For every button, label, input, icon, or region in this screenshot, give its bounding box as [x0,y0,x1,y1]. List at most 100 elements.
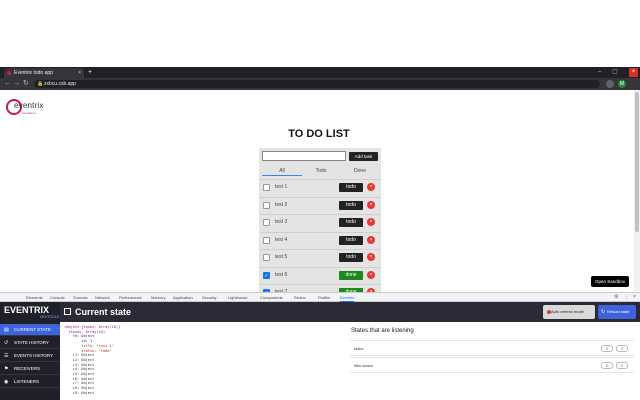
filter-tab-done[interactable]: Done [340,166,380,176]
devtools-tab-elements[interactable]: Elements [26,293,43,302]
devtools-tab-redux[interactable]: Redux [294,293,306,302]
devtools-tab-sources[interactable]: Sources [73,293,88,302]
nav-item-listeners[interactable]: ◉ LISTENERS [0,376,60,388]
task-checkbox[interactable] [263,236,270,244]
devtools-tab-profiler[interactable]: Profiler [318,293,331,302]
close-tab-icon[interactable]: × [78,68,81,78]
listener-counts: 02 [598,345,628,352]
json-line[interactable]: ▸9: Object [64,391,120,396]
forward-icon[interactable]: → [13,78,20,90]
devtools-tab-lighthouse[interactable]: Lighthouse [228,293,248,302]
task-status-button[interactable]: done [339,270,363,280]
minimize-icon[interactable]: – [598,67,601,78]
delete-icon[interactable]: × [367,270,375,279]
nav-label: CURRENT STATE [14,327,52,332]
more-icon[interactable]: ⋮ [624,292,629,302]
page-title: TO DO LIST [288,128,350,140]
delete-icon[interactable]: × [367,235,375,244]
task-row: ✓ test 6 done × [259,266,381,284]
nav-item-state-history[interactable]: ↺ STATE HISTORY [0,337,60,349]
state-json-tree[interactable]: ▾Object {tasks: Array(10)} ▾tasks: Array… [64,325,120,396]
task-name: test 2 [275,201,288,208]
devtools-tab-network[interactable]: Network [95,293,110,302]
extensions-icon[interactable] [606,80,614,88]
auto-refresh-label: Auto refresh mode [551,309,584,314]
devtools-tab-security[interactable]: Security [202,293,216,302]
blank-area [0,0,640,67]
nav-item-current-state[interactable]: ▤ CURRENT STATE [0,324,60,336]
reload-icon[interactable]: ↻ [23,78,29,90]
nav-icon: ◉ [4,379,9,385]
delete-icon[interactable]: × [367,253,375,261]
nav-label: RECEIVERS [14,366,41,371]
filter-tab-all[interactable]: All [262,166,302,176]
nav-label: STATE HISTORY [14,340,49,345]
task-row: test 4 todo × [259,231,381,249]
record-icon [547,310,551,314]
profile-avatar[interactable]: M [618,80,626,88]
settings-icon[interactable]: ⚙ [614,292,618,302]
browser-tab-bar: Eventrix todo app × [0,67,640,78]
open-sandbox-button[interactable]: Open Sandbox [591,276,629,287]
browser-tab[interactable]: Eventrix todo app × [4,68,84,78]
task-status-button[interactable]: todo [339,218,363,227]
add-task-button[interactable]: Add task [349,152,378,161]
auto-refresh-button[interactable]: Auto refresh mode [543,305,595,319]
task-checkbox[interactable] [263,184,270,191]
task-row: test 3 todo × [259,214,381,231]
reload-state-label: Reload state [607,309,630,314]
eventrix-version: DEVTOOLS [40,315,59,319]
url-input[interactable]: 🔒 zxbcu.csb.app [34,80,600,88]
task-checkbox[interactable]: ✓ [263,271,270,279]
task-status-button[interactable]: todo [339,200,363,210]
devtools-tab-eventrix[interactable]: Eventrix [340,293,355,302]
back-icon[interactable]: ← [4,78,11,90]
task-checkbox[interactable] [263,254,270,261]
maximize-icon[interactable]: ▢ [612,67,618,78]
browser-tab-title: Eventrix todo app [14,70,53,76]
page-scrollbar-thumb[interactable] [635,92,639,232]
json-line[interactable]: title: "test 1" [64,344,120,349]
task-checkbox[interactable] [263,219,270,226]
delete-icon[interactable]: × [367,183,375,191]
devtools-tab-memory[interactable]: Memory [151,293,165,302]
task-status-button[interactable]: todo [339,183,363,192]
window-close-icon[interactable]: × [629,68,638,77]
logo-subtitle: eventrix.io [22,111,36,115]
json-line[interactable]: ▾Object {tasks: Array(10)} [64,325,120,330]
lock-icon: 🔒 [37,81,44,87]
devtools-tab-console[interactable]: Console [50,293,65,302]
devtools-tab-components[interactable]: Components [260,293,283,302]
task-input[interactable] [262,151,346,161]
listener-count-a: 0 [601,345,613,352]
nav-label: LISTENERS [14,379,40,384]
current-state-icon [64,308,71,315]
task-name: test 6 [275,271,288,278]
task-checkbox[interactable] [263,201,270,209]
delete-icon[interactable]: × [367,200,375,209]
listener-name: tasks [354,346,364,351]
nav-item-receivers[interactable]: ⚑ RECEIVERS [0,363,60,375]
devtools-tab-application[interactable]: Application [173,293,193,302]
devtools-tab-bar: Elements Console Sources Network Performance… [0,292,640,302]
new-tab-button[interactable]: + [88,67,92,78]
filter-tab-todo[interactable]: Todo [301,166,341,176]
listener-count-b: 2 [616,345,628,352]
nav-item-events-history[interactable]: ☰ EVENTS HISTORY [0,350,60,362]
todo-panel: Add task All Todo Done test 1 todo × test 2… [259,148,381,300]
task-status-button[interactable]: todo [339,235,363,245]
listener-name: filter.status [354,363,374,368]
nav-icon: ⚑ [4,366,9,372]
nav-icon: ▤ [4,327,9,333]
delete-icon[interactable]: × [367,218,375,226]
listener-count-a: 0 [601,362,613,369]
task-row: test 1 todo × [259,179,381,196]
favicon-icon [7,71,11,75]
devtools-tab-performance[interactable]: Performance [119,293,142,302]
devtools-close-icon[interactable]: × [633,292,636,302]
header-title: Current state [75,307,132,317]
task-row: test 5 todo × [259,249,381,266]
reload-state-button[interactable]: ↻ Reload state [598,305,636,319]
task-status-button[interactable]: todo [339,253,363,262]
listener-count-b: 2 [616,362,628,369]
